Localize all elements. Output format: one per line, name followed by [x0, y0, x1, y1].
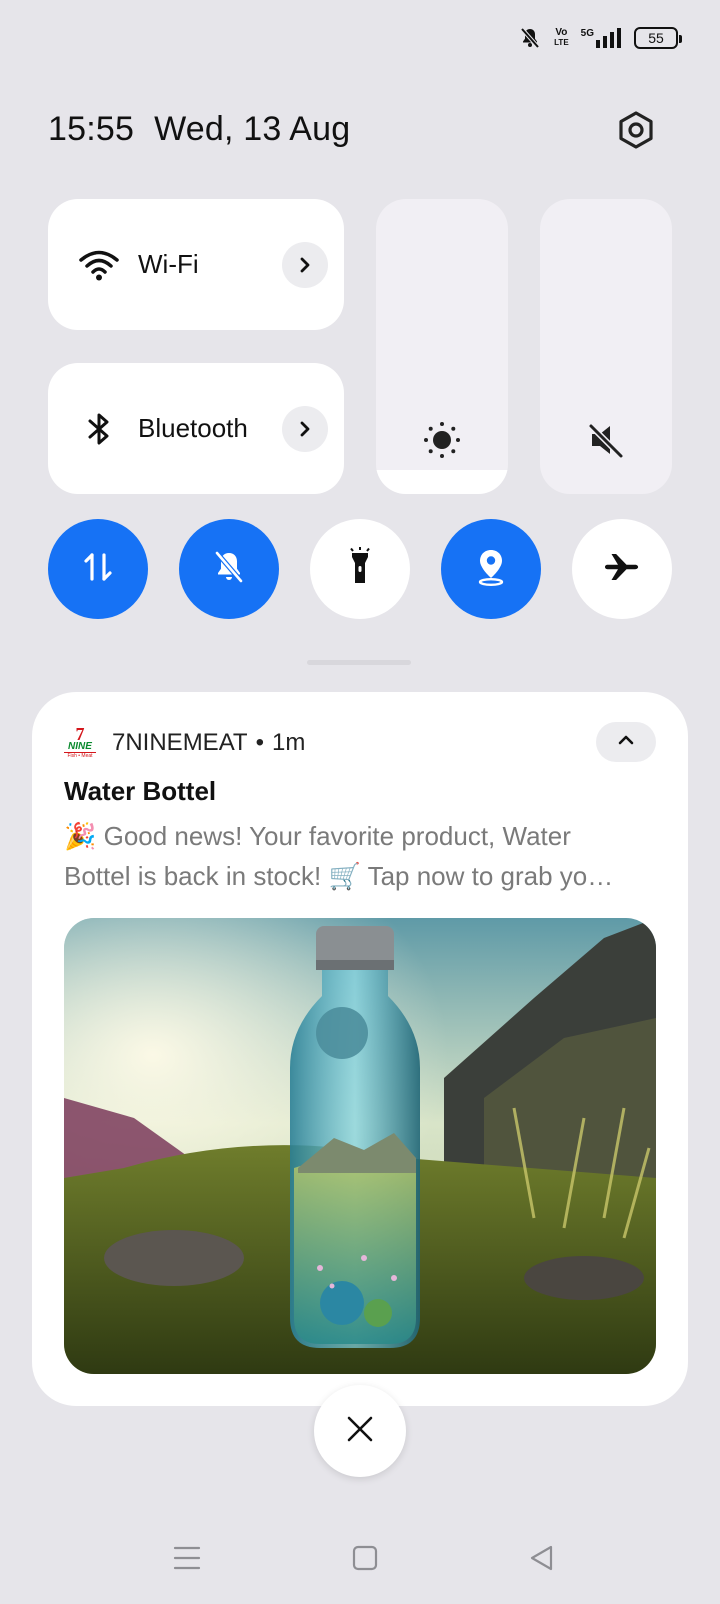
airplane-icon — [602, 547, 642, 592]
close-icon — [345, 1414, 375, 1449]
panel-handle[interactable] — [307, 660, 411, 665]
wifi-expand-button[interactable] — [282, 241, 328, 288]
navigation-bar — [0, 1530, 720, 1590]
notification-time: 1m — [271, 729, 306, 756]
clock-date: 15:55 Wed, 13 Aug — [48, 110, 350, 149]
notification-body-line-2: Bottel is back in stock! 🛒 Tap now to gr… — [64, 861, 614, 891]
volume-muted-icon — [540, 420, 672, 460]
bluetooth-tile[interactable]: Bluetooth — [48, 363, 344, 494]
notification-body: 🎉 Good news! Your favorite product, Wate… — [64, 816, 654, 896]
location-icon — [474, 547, 508, 592]
date: Wed, 13 Aug — [154, 110, 351, 148]
chevron-up-icon — [617, 733, 635, 751]
back-icon — [528, 1544, 556, 1577]
back-button[interactable] — [512, 1530, 572, 1590]
notification-title: Water Bottel — [64, 776, 217, 806]
mobile-data-toggle[interactable] — [48, 519, 148, 619]
gear-icon — [616, 110, 656, 155]
volume-slider[interactable] — [540, 199, 672, 494]
flashlight-toggle[interactable] — [310, 519, 410, 619]
do-not-disturb-toggle[interactable] — [179, 519, 279, 619]
wifi-icon — [76, 249, 122, 281]
clock-time: 15:55 — [48, 110, 135, 148]
water-bottle-in-mountain-meadow-image[interactable] — [64, 918, 656, 1374]
app-name: 7NINEMEAT — [112, 729, 248, 756]
app-logo: 7 NINE Fish • Meat — [64, 724, 96, 760]
brightness-slider[interactable] — [376, 199, 508, 494]
bluetooth-expand-button[interactable] — [282, 405, 328, 452]
app-logo-bottom: Fish • Meat — [67, 753, 93, 759]
wifi-label: Wi-Fi — [138, 249, 199, 279]
bluetooth-icon — [76, 411, 122, 447]
wifi-tile[interactable]: Wi-Fi — [48, 199, 344, 330]
volte-icon: Vo LTE — [554, 27, 569, 48]
home-button[interactable] — [335, 1530, 395, 1590]
menu-button[interactable] — [157, 1530, 217, 1590]
notification-body-line-1: 🎉 Good news! Your favorite product, Wate… — [64, 821, 571, 851]
home-icon — [351, 1544, 379, 1577]
brightness-fill — [376, 470, 508, 494]
battery-icon: 55 — [634, 27, 682, 49]
data-transfer-icon — [80, 549, 116, 590]
collapse-button[interactable] — [596, 722, 656, 762]
bell-muted-icon — [518, 26, 542, 50]
app-logo-top: 7 — [75, 724, 85, 744]
status-bar: Vo LTE 5G 55 — [0, 0, 720, 80]
app-logo-mid: NINE — [64, 742, 96, 753]
location-toggle[interactable] — [441, 519, 541, 619]
brightness-icon — [376, 420, 508, 460]
bluetooth-label: Bluetooth — [138, 413, 248, 443]
flashlight-icon — [345, 546, 375, 592]
settings-button[interactable] — [612, 108, 660, 156]
battery-level: 55 — [648, 30, 664, 46]
dismiss-all-button[interactable] — [314, 1385, 406, 1477]
notification-header: 7NINEMEAT • 1m — [112, 729, 305, 757]
5g-signal-icon: 5G — [581, 28, 622, 48]
menu-icon — [173, 1545, 201, 1576]
airplane-mode-toggle[interactable] — [572, 519, 672, 619]
bell-off-icon — [210, 548, 248, 591]
meta-separator: • — [255, 729, 264, 756]
